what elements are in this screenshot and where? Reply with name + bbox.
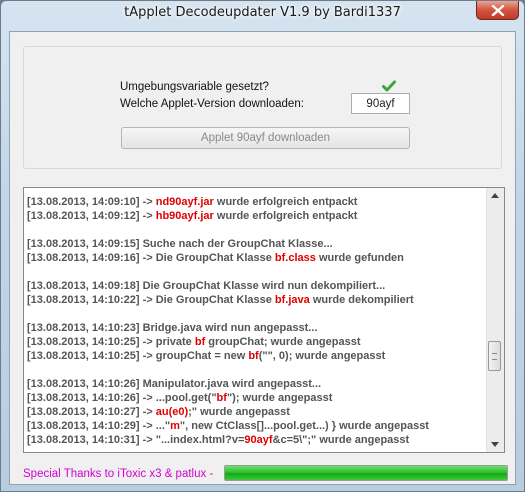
app-window: tApplet Decodeupdater V1.9 by Bardi1337 …	[0, 0, 525, 492]
log-highlight: nd90ayf.jar	[155, 196, 214, 208]
window-title: tApplet Decodeupdater V1.9 by Bardi1337	[124, 5, 401, 20]
log-line: [13.08.2013, 14:10:26] -> ...pool.get("b…	[27, 391, 484, 405]
checkmark-icon	[382, 80, 396, 92]
log-line: [13.08.2013, 14:10:31] -> "...index.html…	[27, 433, 484, 447]
log-text: &c=5\";" wurde angepasst	[272, 434, 410, 446]
log-line: [13.08.2013, 14:10:26] Manipulator.java …	[27, 377, 484, 391]
log-text: "); wurde angepasst	[226, 392, 333, 404]
log-output[interactable]: [13.08.2013, 14:09:10] -> nd90ayf.jar wu…	[23, 187, 505, 453]
log-highlight: hb90ayf.jar	[155, 210, 214, 222]
log-lines: [13.08.2013, 14:09:10] -> nd90ayf.jar wu…	[27, 195, 484, 447]
log-highlight: bf	[216, 392, 227, 404]
log-text: ;" wurde angepasst	[188, 406, 290, 418]
log-line: [13.08.2013, 14:09:12] -> hb90ayf.jar wu…	[27, 209, 484, 223]
scroll-thumb[interactable]	[488, 341, 501, 371]
log-text: [13.08.2013, 14:10:31] -> "...index.html…	[27, 434, 245, 446]
log-line: [13.08.2013, 14:10:25] -> groupChat = ne…	[27, 349, 484, 363]
log-text: [13.08.2013, 14:09:16] -> Die GroupChat …	[27, 252, 275, 264]
log-text: [13.08.2013, 14:10:26] Manipulator.java …	[27, 378, 322, 390]
log-highlight: bf	[194, 336, 206, 348]
special-thanks-text: Special Thanks to iToxic x3 & patlux -	[23, 468, 214, 480]
log-text: ", new CtClass[]...pool.get...) } wurde …	[179, 420, 429, 432]
log-text: [13.08.2013, 14:10:23] Bridge.java wird …	[27, 322, 318, 334]
log-line: [13.08.2013, 14:09:18] Die GroupChat Kla…	[27, 279, 484, 293]
version-input[interactable]	[351, 93, 410, 114]
scroll-down-icon[interactable]	[491, 442, 499, 447]
close-icon	[491, 5, 505, 16]
log-text: ("", 0); wurde angepasst	[258, 350, 386, 362]
log-text: [13.08.2013, 14:10:26] -> ...pool.get("	[27, 392, 217, 404]
log-text: [13.08.2013, 14:10:25] -> groupChat = ne…	[27, 350, 249, 362]
log-line: [13.08.2013, 14:10:29] -> ..."m", new Ct…	[27, 419, 484, 433]
log-text: [13.08.2013, 14:10:29] -> ..."	[27, 420, 171, 432]
log-text: [13.08.2013, 14:10:22] -> Die GroupChat …	[27, 294, 275, 306]
version-label: Welche Applet-Version downloaden:	[120, 98, 304, 110]
progress-fill	[225, 466, 507, 480]
log-highlight: 90ayf	[244, 434, 273, 446]
log-text: [13.08.2013, 14:09:12] ->	[27, 210, 156, 222]
env-variable-label: Umgebungsvariable gesetzt?	[120, 81, 269, 93]
log-text: groupChat; wurde angepasst	[205, 336, 361, 348]
log-line: [13.08.2013, 14:10:25] -> private bf gro…	[27, 335, 484, 349]
scroll-up-icon[interactable]	[491, 193, 499, 198]
log-text: [13.08.2013, 14:09:15] Suche nach der Gr…	[27, 238, 333, 250]
log-highlight: bf.class	[274, 252, 316, 264]
log-line: [13.08.2013, 14:10:23] Bridge.java wird …	[27, 321, 484, 335]
log-text: wurde erfolgreich entpackt	[213, 196, 358, 208]
log-text: [13.08.2013, 14:10:27] ->	[27, 406, 156, 418]
log-highlight: bf.java	[274, 294, 310, 306]
log-text: [13.08.2013, 14:09:10] ->	[27, 196, 156, 208]
log-text: [13.08.2013, 14:10:25] -> private	[27, 336, 195, 348]
log-scrollbar[interactable]	[486, 188, 504, 452]
log-line: [13.08.2013, 14:09:15] Suche nach der Gr…	[27, 237, 484, 251]
log-line: [13.08.2013, 14:10:22] -> Die GroupChat …	[27, 293, 484, 307]
settings-panel: Umgebungsvariable gesetzt? Welche Applet…	[23, 46, 502, 169]
title-bar[interactable]: tApplet Decodeupdater V1.9 by Bardi1337	[1, 1, 524, 27]
progress-bar	[224, 465, 508, 481]
log-line: [13.08.2013, 14:09:16] -> Die GroupChat …	[27, 251, 484, 265]
download-applet-button[interactable]: Applet 90ayf downloaden	[121, 127, 410, 149]
log-highlight: au(e0)	[155, 406, 189, 418]
client-area: Umgebungsvariable gesetzt? Welche Applet…	[9, 31, 516, 485]
log-highlight: m	[170, 420, 180, 432]
log-line: [13.08.2013, 14:10:27] -> au(e0);" wurde…	[27, 405, 484, 419]
log-text: [13.08.2013, 14:09:18] Die GroupChat Kla…	[27, 280, 386, 292]
log-text: wurde dekompiliert	[309, 294, 414, 306]
close-button[interactable]	[476, 1, 519, 20]
log-highlight: bf	[248, 350, 259, 362]
log-text: wurde erfolgreich entpackt	[213, 210, 358, 222]
log-text: wurde gefunden	[315, 252, 404, 264]
log-line: [13.08.2013, 14:09:10] -> nd90ayf.jar wu…	[27, 195, 484, 209]
